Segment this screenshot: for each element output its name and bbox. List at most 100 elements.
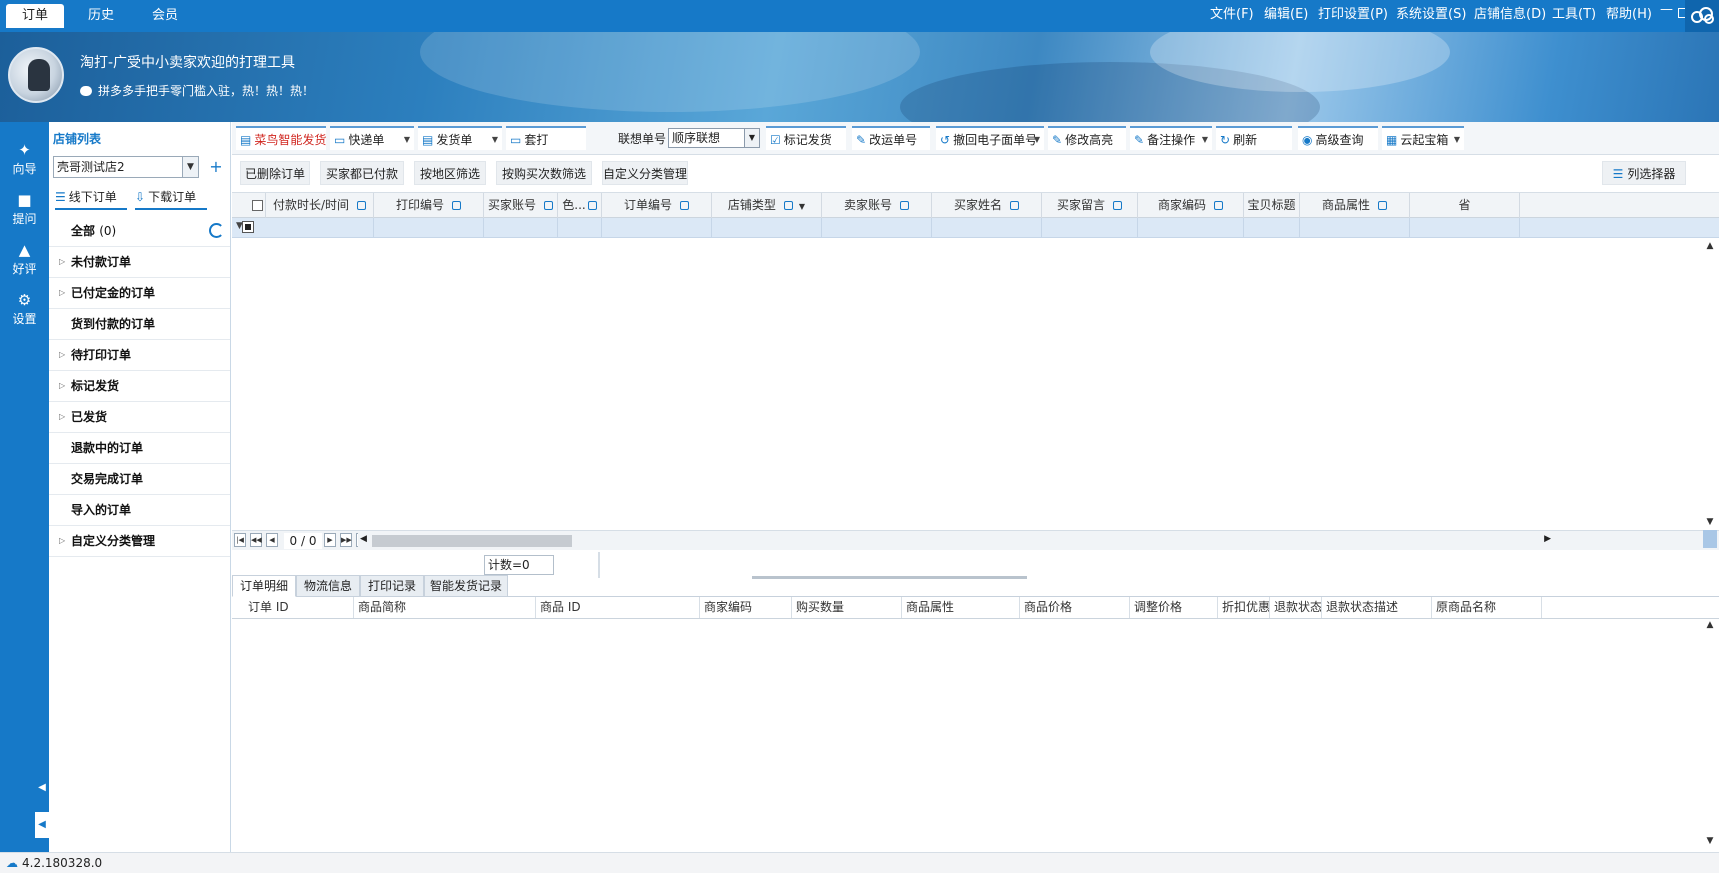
shop-select[interactable]: 壳哥测试店2 ▼ bbox=[53, 156, 199, 178]
collapse-panel-button[interactable]: ◀ bbox=[35, 812, 49, 838]
advanced-query-button[interactable]: ◉ 高级查询 bbox=[1298, 126, 1378, 150]
banner-subtitle[interactable]: 拼多多手把手零门槛入驻，热！热！热！ bbox=[80, 82, 314, 99]
detail-col-refund-desc[interactable]: 退款状态描述 bbox=[1322, 597, 1432, 618]
scroll-left-icon[interactable]: ◀ bbox=[360, 534, 367, 544]
offline-orders-button[interactable]: ☰ 线下订单 bbox=[55, 186, 127, 210]
lock-icon[interactable] bbox=[783, 201, 793, 210]
filter-cell[interactable] bbox=[374, 218, 484, 237]
collapse-left-button[interactable]: ◀ bbox=[35, 775, 49, 801]
express-slip-button[interactable]: ▭ 快递单 ▼ bbox=[330, 126, 414, 150]
tab-logistics[interactable]: 物流信息 bbox=[296, 575, 360, 597]
detail-col-item-short-name[interactable]: 商品简称 bbox=[354, 597, 536, 618]
lock-icon[interactable] bbox=[680, 201, 689, 210]
expand-icon[interactable]: ▷ bbox=[59, 247, 65, 277]
tab-print-log[interactable]: 打印记录 bbox=[360, 575, 424, 597]
chevron-down-icon[interactable]: ▼ bbox=[404, 128, 410, 152]
expand-icon[interactable]: ▷ bbox=[59, 371, 65, 401]
rail-settings[interactable]: ⚙ 设置 bbox=[0, 292, 49, 342]
lock-icon[interactable] bbox=[357, 201, 367, 210]
tree-item-custom-category[interactable]: ▷ 自定义分类管理 bbox=[49, 526, 230, 557]
scrollbar-thumb[interactable] bbox=[372, 535, 572, 547]
filter-cell[interactable] bbox=[558, 218, 602, 237]
purchase-times-filter-button[interactable]: 按购买次数筛选 bbox=[496, 161, 592, 185]
column-header-print-no[interactable]: 打印编号 bbox=[374, 193, 484, 218]
lock-icon[interactable] bbox=[900, 201, 909, 210]
tree-item-completed[interactable]: 交易完成订单 bbox=[49, 464, 230, 495]
tree-item-cod[interactable]: 货到付款的订单 bbox=[49, 309, 230, 340]
detail-col-item-attrs[interactable]: 商品属性 bbox=[902, 597, 1020, 618]
lock-icon[interactable] bbox=[452, 201, 461, 210]
column-header-color[interactable]: 色... bbox=[558, 193, 602, 218]
refresh-icon[interactable] bbox=[209, 223, 224, 238]
set-print-button[interactable]: ▭ 套打 bbox=[506, 126, 586, 150]
tree-item-unpaid[interactable]: ▷ 未付款订单 bbox=[49, 247, 230, 278]
filter-cell[interactable] bbox=[1042, 218, 1138, 237]
add-shop-button[interactable]: + bbox=[206, 156, 226, 178]
scroll-up-icon[interactable]: ▲ bbox=[1703, 620, 1717, 630]
lock-icon[interactable] bbox=[587, 201, 597, 210]
chevron-down-icon[interactable]: ▼ bbox=[799, 202, 805, 211]
column-header-shop-type[interactable]: 店铺类型 ▼ bbox=[712, 193, 822, 218]
column-header-buyer-name[interactable]: 买家姓名 bbox=[932, 193, 1042, 218]
filter-cell[interactable] bbox=[932, 218, 1042, 237]
tree-item-to-print[interactable]: ▷ 待打印订单 bbox=[49, 340, 230, 371]
expand-icon[interactable]: ▷ bbox=[59, 526, 65, 556]
lock-icon[interactable] bbox=[1113, 201, 1122, 210]
filter-cell[interactable] bbox=[484, 218, 558, 237]
chevron-down-icon[interactable]: ▼ bbox=[1202, 128, 1208, 152]
detail-col-merchant-code[interactable]: 商家编码 bbox=[700, 597, 792, 618]
lock-icon[interactable] bbox=[1010, 201, 1019, 210]
filter-cell[interactable] bbox=[1300, 218, 1410, 237]
expand-icon[interactable]: ▷ bbox=[59, 402, 65, 432]
column-header-merchant-code[interactable]: 商家编码 bbox=[1138, 193, 1244, 218]
tree-item-imported[interactable]: 导入的订单 bbox=[49, 495, 230, 526]
cloud-box-button[interactable]: ▦ 云起宝箱 ▼ bbox=[1382, 126, 1464, 150]
menu-print-settings[interactable]: 打印设置(P) bbox=[1318, 0, 1388, 32]
tree-item-deposit-paid[interactable]: ▷ 已付定金的订单 bbox=[49, 278, 230, 309]
minimize-button[interactable]: — bbox=[1660, 2, 1673, 17]
modify-highlight-button[interactable]: ✎ 修改高亮 bbox=[1048, 126, 1126, 150]
custom-category-button[interactable]: 自定义分类管理 bbox=[602, 161, 688, 185]
detail-col-original-name[interactable]: 原商品名称 bbox=[1432, 597, 1542, 618]
menu-system-settings[interactable]: 系统设置(S) bbox=[1396, 0, 1466, 32]
menu-tools[interactable]: 工具(T) bbox=[1552, 0, 1596, 32]
assoc-number-select[interactable]: 顺序联想 ▼ bbox=[668, 128, 760, 148]
rail-question[interactable]: ■ 提问 bbox=[0, 192, 49, 242]
filter-cell[interactable] bbox=[712, 218, 822, 237]
next-group-button[interactable]: ▶▶ bbox=[340, 533, 352, 547]
menu-edit[interactable]: 编辑(E) bbox=[1264, 0, 1308, 32]
scroll-right-icon[interactable]: ▶ bbox=[1544, 534, 1551, 544]
scroll-down-icon[interactable]: ▼ bbox=[1703, 836, 1717, 846]
lock-icon[interactable] bbox=[1214, 201, 1223, 210]
detail-col-refund-status[interactable]: 退款状态 bbox=[1270, 597, 1322, 618]
column-selector-button[interactable]: ☰ 列选择器 bbox=[1602, 161, 1686, 185]
next-page-button[interactable]: ▶ bbox=[324, 533, 336, 547]
download-orders-button[interactable]: ⇩ 下载订单 bbox=[135, 186, 207, 210]
cainiao-ship-button[interactable]: ▤ 菜鸟智能发货 bbox=[236, 126, 326, 150]
tree-item-marked-shipped[interactable]: ▷ 标记发货 bbox=[49, 371, 230, 402]
remark-button[interactable]: ✎ 备注操作 ▼ bbox=[1130, 126, 1212, 150]
tab-history[interactable]: 历史 bbox=[72, 4, 130, 28]
detail-col-order-id[interactable]: 订单 ID bbox=[244, 597, 354, 618]
tab-smart-ship-log[interactable]: 智能发货记录 bbox=[424, 575, 508, 597]
scroll-up-icon[interactable]: ▲ bbox=[1703, 241, 1717, 251]
prev-group-button[interactable]: ◀◀ bbox=[250, 533, 262, 547]
tab-order-detail[interactable]: 订单明细 bbox=[232, 575, 296, 597]
column-header-buyer-message[interactable]: 买家留言 bbox=[1042, 193, 1138, 218]
scroll-down-icon[interactable]: ▼ bbox=[1703, 517, 1717, 527]
detail-col-adjusted-price[interactable]: 调整价格 bbox=[1130, 597, 1218, 618]
lock-icon[interactable] bbox=[544, 201, 553, 210]
column-header-seller-account[interactable]: 卖家账号 bbox=[822, 193, 932, 218]
filter-cell[interactable] bbox=[1138, 218, 1244, 237]
filter-cell[interactable] bbox=[1244, 218, 1300, 237]
filter-cell[interactable] bbox=[1410, 218, 1520, 237]
detail-col-discount[interactable]: 折扣优惠 bbox=[1218, 597, 1270, 618]
filter-cell[interactable] bbox=[602, 218, 712, 237]
cloud-icon[interactable] bbox=[1685, 0, 1719, 32]
column-header-pay-time[interactable]: 付款时长/时间 bbox=[266, 193, 374, 218]
column-header-order-no[interactable]: 订单编号 bbox=[602, 193, 712, 218]
detail-col-quantity[interactable]: 购买数量 bbox=[792, 597, 902, 618]
buyer-paid-button[interactable]: 买家都已付款 bbox=[320, 161, 404, 185]
tree-item-shipped[interactable]: ▷ 已发货 bbox=[49, 402, 230, 433]
menu-shop-info[interactable]: 店铺信息(D) bbox=[1474, 0, 1546, 32]
